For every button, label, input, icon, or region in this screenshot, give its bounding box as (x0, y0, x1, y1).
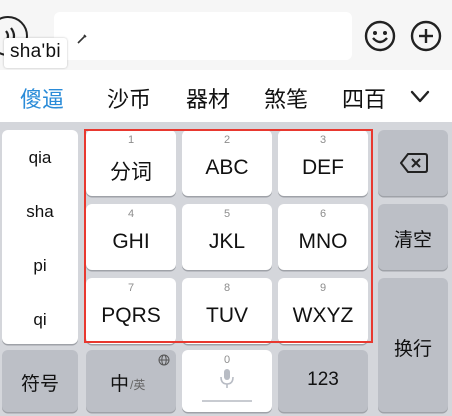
key-number: 5 (223, 208, 231, 220)
numbers-label: 123 (307, 369, 339, 390)
candidate-item[interactable]: 四百 (342, 82, 386, 114)
candidate-item[interactable]: 煞笔 (264, 82, 308, 114)
pinyin-option[interactable]: qia (2, 148, 78, 168)
space-bar-indicator (202, 400, 252, 402)
pinyin-option[interactable]: pi (2, 256, 78, 276)
language-switch-button[interactable]: 中 /英 (86, 350, 176, 412)
chevron-down-icon[interactable] (405, 82, 435, 112)
key-label: TUV (206, 304, 248, 327)
edit-pen-icon[interactable] (76, 33, 88, 45)
space-button[interactable]: 0 (182, 350, 272, 412)
key-8-tuv[interactable]: 8 TUV (182, 278, 272, 344)
key-label: WXYZ (292, 304, 354, 327)
key-label: GHI (112, 230, 150, 253)
backspace-icon (400, 153, 428, 173)
enter-button[interactable]: 换行 (378, 278, 448, 412)
keyboard: qia sha pi qi 1 分词 2 ABC 3 DEF 4 GHI 5 J… (0, 122, 452, 416)
lang-main-label: 中 (110, 374, 130, 395)
clear-label: 清空 (393, 230, 432, 251)
candidate-item[interactable]: 沙币 (107, 82, 151, 114)
add-more-icon[interactable] (410, 20, 442, 52)
key-number: 2 (223, 134, 231, 146)
key-1-fenci[interactable]: 1 分词 (86, 130, 176, 196)
key-4-ghi[interactable]: 4 GHI (86, 204, 176, 270)
numbers-button[interactable]: 123 (278, 350, 368, 412)
key-label: ABC (205, 156, 249, 179)
key-number: 7 (127, 282, 135, 294)
emoji-icon[interactable] (364, 20, 396, 52)
key-6-mno[interactable]: 6 MNO (278, 204, 368, 270)
key-9-wxyz[interactable]: 9 WXYZ (278, 278, 368, 344)
candidate-item[interactable]: 器材 (186, 82, 230, 114)
pinyin-composition[interactable]: sha'bi (4, 38, 67, 68)
symbols-button[interactable]: 符号 (2, 350, 78, 412)
candidate-item[interactable]: 傻逼 (20, 82, 64, 114)
pinyin-options-list: qia sha pi qi (2, 130, 78, 344)
candidate-bar: 傻逼 沙币 器材 煞笔 四百 (0, 70, 452, 122)
backspace-button[interactable] (378, 130, 448, 196)
symbols-label: 符号 (20, 374, 59, 395)
pinyin-option[interactable]: sha (2, 202, 78, 222)
key-label: DEF (302, 156, 344, 179)
input-bar: sha'bi (0, 0, 452, 70)
key-number: 0 (223, 354, 231, 366)
key-number: 6 (319, 208, 327, 220)
key-5-jkl[interactable]: 5 JKL (182, 204, 272, 270)
key-3-def[interactable]: 3 DEF (278, 130, 368, 196)
key-2-abc[interactable]: 2 ABC (182, 130, 272, 196)
microphone-icon (220, 369, 234, 388)
pinyin-option[interactable]: qi (2, 310, 78, 330)
key-number: 1 (127, 134, 135, 146)
key-number: 4 (127, 208, 135, 220)
key-7-pqrs[interactable]: 7 PQRS (86, 278, 176, 344)
key-label: 分词 (110, 161, 152, 184)
enter-label: 换行 (393, 339, 432, 360)
lang-sub-label: /英 (130, 378, 146, 392)
key-label: JKL (208, 230, 246, 253)
message-text-field[interactable] (54, 12, 352, 60)
globe-icon (158, 354, 170, 366)
key-label: MNO (298, 230, 348, 253)
clear-button[interactable]: 清空 (378, 204, 448, 270)
key-number: 8 (223, 282, 231, 294)
key-number: 9 (319, 282, 327, 294)
key-number: 3 (319, 134, 327, 146)
key-label: PQRS (101, 304, 161, 327)
